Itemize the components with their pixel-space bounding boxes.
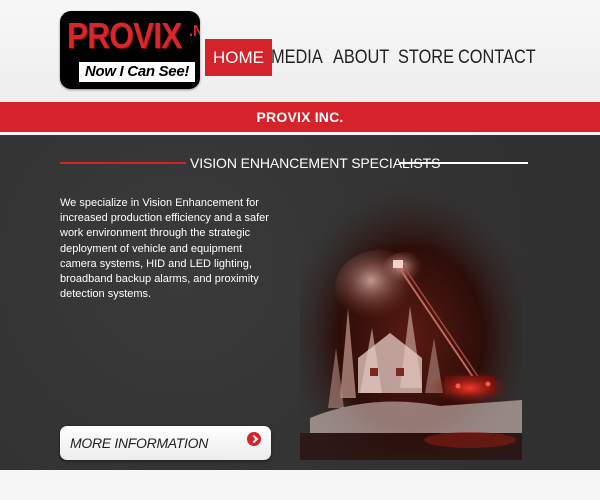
- title-divider-right: [400, 162, 528, 164]
- company-banner: PROVIX INC.: [0, 102, 600, 132]
- arrow-right-circle-icon[interactable]: [247, 432, 261, 446]
- title-divider-left: [60, 162, 186, 164]
- nav-contact[interactable]: CONTACT: [458, 39, 536, 76]
- more-information-button[interactable]: MORE INFORMATION: [60, 426, 271, 460]
- nav-home[interactable]: HOME: [205, 39, 272, 76]
- nav-about[interactable]: ABOUT: [333, 39, 389, 76]
- logo-wordmark: PROVIX: [67, 15, 182, 56]
- intro-text: We specialize in Vision Enhancement for …: [60, 197, 269, 301]
- footer-strip: [0, 470, 600, 500]
- nav-store[interactable]: STORE: [398, 39, 454, 76]
- logo-tagline: Now I Can See!: [79, 62, 195, 82]
- nav-media[interactable]: MEDIA: [271, 39, 323, 76]
- more-information-label: MORE INFORMATION: [70, 435, 209, 451]
- site-header: PROVIX .NET Now I Can See! HOME MEDIA AB…: [0, 0, 600, 102]
- night-fire-scene-image: [300, 188, 522, 460]
- section-title: VISION ENHANCEMENT SPECIALISTS: [190, 155, 441, 171]
- provix-logo[interactable]: PROVIX .NET Now I Can See!: [60, 11, 200, 89]
- logo-tld: .NET: [189, 23, 200, 40]
